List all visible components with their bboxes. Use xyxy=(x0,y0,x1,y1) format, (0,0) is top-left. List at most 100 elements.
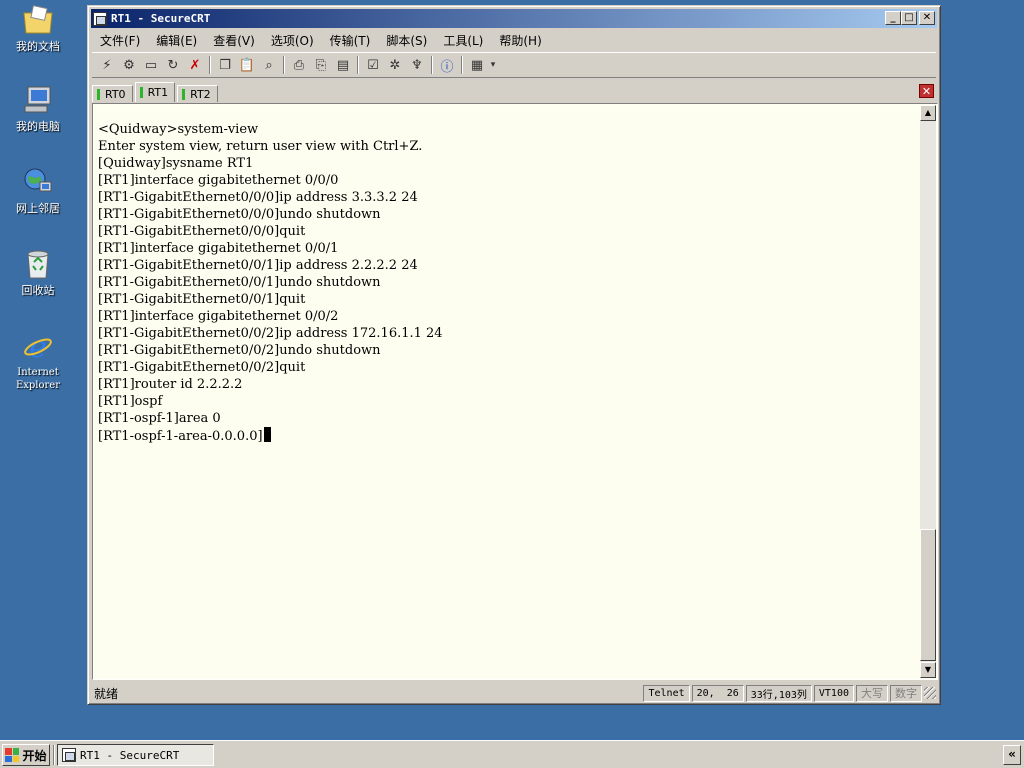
terminal-line: [RT1-GigabitEthernet0/0/0]undo shutdown xyxy=(98,206,920,223)
close-button[interactable]: ✕ xyxy=(919,11,935,25)
terminal-cursor xyxy=(263,427,271,442)
tab-rt1[interactable]: RT1 xyxy=(134,82,176,102)
terminal-line: [Quidway]sysname RT1 xyxy=(98,155,920,172)
computer-icon xyxy=(22,84,54,116)
terminal-line: Enter system view, return user view with… xyxy=(98,138,920,155)
menu-transfer[interactable]: 传输(T) xyxy=(322,32,379,49)
terminal-frame: <Quidway>system-view Enter system view, r… xyxy=(92,103,938,680)
desktop-icon-label: Internet Explorer xyxy=(15,367,61,391)
menu-options[interactable]: 选项(O) xyxy=(263,32,322,49)
taskbar-item-securecrt[interactable]: RT1 - SecureCRT xyxy=(57,744,214,766)
terminal-line: [RT1-GigabitEthernet0/0/2]ip address 172… xyxy=(98,325,920,342)
quick-connect-icon[interactable]: ⚙ xyxy=(118,55,140,75)
terminal-line: [RT1]interface gigabitethernet 0/0/2 xyxy=(98,308,920,325)
terminal-line-text: [RT1-GigabitEthernet0/0/1]ip address 2.2… xyxy=(98,258,418,273)
tab-label: RT0 xyxy=(105,87,126,101)
keymap-icon[interactable]: ♆ xyxy=(406,55,428,75)
recycle-bin-icon xyxy=(22,248,54,280)
tab-status-indicator xyxy=(139,87,143,98)
print-setup-icon[interactable]: ▤ xyxy=(332,55,354,75)
terminal-line-text: [RT1]interface gigabitethernet 0/0/2 xyxy=(98,309,339,324)
paste-icon[interactable]: 📋 xyxy=(236,55,258,75)
menu-view[interactable]: 查看(V) xyxy=(205,32,263,49)
terminal-line-text: [RT1-GigabitEthernet0/0/1]undo shutdown xyxy=(98,275,381,290)
tab-rt0[interactable]: RT0 xyxy=(92,85,133,102)
connect-tab-icon[interactable]: ▭ xyxy=(140,55,162,75)
terminal-line-text: Enter system view, return user view with… xyxy=(98,139,423,154)
minimize-button[interactable]: _ xyxy=(885,11,901,25)
desktop-icon-my-documents[interactable]: 我的文档 xyxy=(6,4,70,53)
window-title: RT1 - SecureCRT xyxy=(111,12,211,25)
menu-help[interactable]: 帮助(H) xyxy=(491,32,549,49)
scroll-up-button[interactable]: ▲ xyxy=(920,105,936,121)
taskbar: 开始 RT1 - SecureCRT « xyxy=(0,740,1024,768)
toolbar-separator xyxy=(209,56,211,74)
terminal-line-text: [Quidway]sysname RT1 xyxy=(98,156,254,171)
copy-icon[interactable]: ❐ xyxy=(214,55,236,75)
terminal-line-text: [RT1-GigabitEthernet0/0/1]quit xyxy=(98,292,306,307)
print-icon[interactable]: ⎙ xyxy=(288,55,310,75)
menu-file[interactable]: 文件(F) xyxy=(92,32,148,49)
terminal-line-text: [RT1-ospf-1-area-0.0.0.0] xyxy=(98,429,263,444)
desktop-icon-label: 我的电脑 xyxy=(16,120,60,133)
global-options-icon[interactable]: ✲ xyxy=(384,55,406,75)
menu-edit[interactable]: 编辑(E) xyxy=(148,32,205,49)
status-bar: 就绪 Telnet 20, 26 33行,103列 VT100 大写 数字 xyxy=(92,683,936,703)
terminal-line: [RT1-GigabitEthernet0/0/0]ip address 3.3… xyxy=(98,189,920,206)
folder-icon xyxy=(22,4,54,36)
start-label: 开始 xyxy=(22,748,47,763)
tab-label: RT1 xyxy=(147,86,169,99)
terminal-line: [RT1]interface gigabitethernet 0/0/1 xyxy=(98,240,920,257)
sftp-icon[interactable]: ▦ xyxy=(466,55,488,75)
print-selection-icon[interactable]: ⎘ xyxy=(310,55,332,75)
svg-text:e: e xyxy=(29,330,47,362)
status-protocol: Telnet xyxy=(643,684,690,702)
vertical-scrollbar[interactable]: ▲ ▼ xyxy=(920,105,936,678)
title-bar[interactable]: RT1 - SecureCRT _ □ ✕ xyxy=(91,9,937,28)
terminal-line-text: [RT1]interface gigabitethernet 0/0/1 xyxy=(98,241,339,256)
toolbar-separator xyxy=(357,56,359,74)
more-icon[interactable]: ▾ xyxy=(488,55,498,75)
resize-grip-icon[interactable] xyxy=(924,687,936,699)
find-icon[interactable]: ⌕ xyxy=(258,55,280,75)
terminal-line-text: [RT1]router id 2.2.2.2 xyxy=(98,377,243,392)
status-terminal-size: 33行,103列 xyxy=(745,684,812,702)
close-tab-icon[interactable]: ✕ xyxy=(919,84,934,98)
maximize-button[interactable]: □ xyxy=(901,11,917,25)
scroll-thumb[interactable] xyxy=(920,529,936,661)
menu-script[interactable]: 脚本(S) xyxy=(378,32,435,49)
desktop-icon-recycle-bin[interactable]: 回收站 xyxy=(6,248,70,297)
securecrt-app-icon xyxy=(62,748,76,762)
desktop-icon-network[interactable]: 网上邻居 xyxy=(6,166,70,215)
securecrt-app-icon[interactable] xyxy=(93,11,107,26)
terminal-line-text: [RT1-GigabitEthernet0/0/2]undo shutdown xyxy=(98,343,381,358)
terminal-output[interactable]: <Quidway>system-view Enter system view, r… xyxy=(94,105,920,678)
session-tab-bar: RT0 RT1 RT2 ✕ xyxy=(92,82,936,102)
tab-label: RT2 xyxy=(190,87,211,101)
terminal-line: [RT1-ospf-1-area-0.0.0.0] xyxy=(98,427,920,444)
terminal-line-text: [RT1]ospf xyxy=(98,394,163,409)
network-globe-icon xyxy=(22,166,54,198)
disconnect-icon[interactable]: ✗ xyxy=(184,55,206,75)
tab-rt2[interactable]: RT2 xyxy=(177,85,218,102)
toolbar: ⚡ ⚙ ▭ ↻ ✗ ❐ 📋 ⌕ ⎙ ⎘ ▤ ☑ ✲ ♆ ⓘ ▦ ▾ xyxy=(92,52,936,78)
reconnect-icon[interactable]: ↻ xyxy=(162,55,184,75)
toolbar-separator xyxy=(461,56,463,74)
scroll-down-button[interactable]: ▼ xyxy=(920,662,936,678)
connect-icon[interactable]: ⚡ xyxy=(96,55,118,75)
start-button[interactable]: 开始 xyxy=(2,744,50,766)
help-icon[interactable]: ⓘ xyxy=(436,55,458,75)
terminal-line: [RT1-ospf-1]area 0 xyxy=(98,410,920,427)
windows-logo-icon xyxy=(5,748,20,762)
desktop-icon-internet-explorer[interactable]: e Internet Explorer xyxy=(6,330,70,392)
terminal-line: [RT1-GigabitEthernet0/0/1]ip address 2.2… xyxy=(98,257,920,274)
tray-expand-button[interactable]: « xyxy=(1003,745,1021,765)
status-ready: 就绪 xyxy=(94,686,119,701)
session-options-icon[interactable]: ☑ xyxy=(362,55,384,75)
desktop-icon-my-computer[interactable]: 我的电脑 xyxy=(6,84,70,133)
terminal-line: [RT1]router id 2.2.2.2 xyxy=(98,376,920,393)
terminal-line: [RT1]ospf xyxy=(98,393,920,410)
terminal-line-text: [RT1-ospf-1]area 0 xyxy=(98,411,221,426)
menu-tools[interactable]: 工具(L) xyxy=(435,32,491,49)
terminal-line: [RT1]interface gigabitethernet 0/0/0 xyxy=(98,172,920,189)
